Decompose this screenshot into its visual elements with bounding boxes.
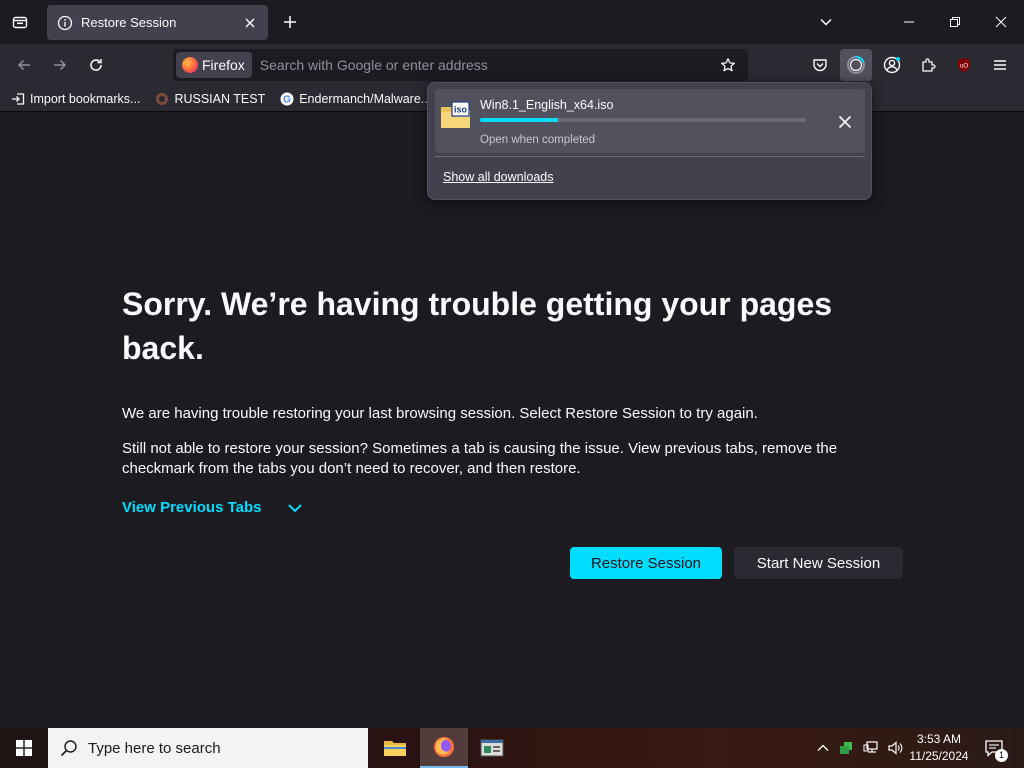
file-explorer-taskbar-button[interactable] (371, 728, 419, 768)
download-filename: Win8.1_English_x64.iso (480, 98, 614, 112)
bookmark-label: Import bookmarks... (30, 91, 141, 106)
google-icon: G (279, 91, 295, 107)
identity-box[interactable]: Firefox (176, 52, 252, 78)
minimize-icon (904, 21, 914, 23)
extensions-button[interactable] (912, 49, 944, 81)
chevron-down-icon (820, 18, 832, 26)
forward-arrow-icon (54, 59, 67, 71)
folder-icon (384, 741, 406, 756)
close-window-button[interactable] (987, 8, 1015, 36)
import-icon (10, 91, 26, 107)
taskbar-search[interactable]: Type here to search (48, 728, 368, 768)
star-icon (721, 58, 735, 72)
firefox-taskbar-button[interactable] (420, 728, 468, 768)
firefox-icon (434, 737, 454, 757)
puzzle-icon (922, 58, 936, 72)
cancel-download-button[interactable] (835, 112, 855, 132)
firefox-view-button[interactable] (4, 6, 36, 38)
start-button[interactable] (0, 728, 48, 768)
network-button[interactable] (860, 728, 882, 768)
forward-button[interactable] (45, 50, 75, 80)
windows-logo-icon (16, 740, 32, 756)
description-text: We are having trouble restoring your las… (122, 405, 758, 422)
notification-count-badge: 1 (995, 749, 1008, 762)
page-title: Sorry. We’re having trouble getting your… (122, 286, 833, 366)
close-icon (838, 115, 852, 129)
downloads-progress-icon (847, 56, 865, 74)
clock-time: 3:53 AM (916, 732, 962, 746)
firefox-view-icon (12, 16, 28, 29)
show-hidden-icons-button[interactable] (814, 728, 832, 768)
download-status: Open when completed (480, 134, 596, 146)
view-previous-tabs-toggle[interactable]: View Previous Tabs (122, 499, 304, 516)
restore-session-button[interactable]: Restore Session (570, 547, 722, 579)
taskbar-clock[interactable]: 3:53 AM 11/25/2024 (906, 731, 972, 765)
close-icon (995, 16, 1007, 28)
restore-window-button[interactable] (941, 8, 969, 36)
downloads-button[interactable] (840, 49, 872, 81)
search-icon (60, 740, 77, 757)
plus-icon (284, 16, 296, 28)
account-icon (883, 56, 901, 74)
hamburger-menu-icon (994, 60, 1006, 70)
back-arrow-icon (17, 59, 30, 71)
reload-icon (90, 59, 102, 71)
new-tab-button[interactable] (278, 10, 302, 34)
tab-title: Restore Session (81, 15, 177, 30)
menu-button[interactable] (984, 49, 1016, 81)
svg-text:G: G (283, 94, 291, 105)
bookmark-label: RUSSIAN TEST (174, 91, 266, 106)
minimize-button[interactable] (895, 8, 923, 36)
bookmark-star-button[interactable] (714, 51, 742, 79)
taskbar-search-placeholder: Type here to search (88, 739, 221, 757)
action-center-button[interactable]: 1 (980, 734, 1008, 762)
pocket-button[interactable] (804, 49, 836, 81)
download-progress-fill (480, 118, 559, 122)
start-new-session-button[interactable]: Start New Session (734, 547, 903, 579)
close-tab-icon[interactable] (242, 15, 258, 31)
list-all-tabs-button[interactable] (812, 8, 840, 36)
panel-separator (435, 156, 865, 157)
download-progress-bar (480, 118, 806, 122)
volume-button[interactable] (884, 728, 906, 768)
url-bar[interactable]: Firefox (173, 49, 748, 81)
app-taskbar-button[interactable] (468, 728, 516, 768)
site-icon (154, 91, 170, 107)
tab-restore-session[interactable]: Restore Session (47, 5, 268, 40)
show-all-downloads-link[interactable]: Show all downloads (443, 170, 554, 184)
clock-date: 11/25/2024 (909, 749, 969, 763)
svg-text:iso: iso (454, 105, 468, 115)
speaker-icon (888, 741, 903, 755)
back-button[interactable] (9, 50, 39, 80)
pocket-icon (813, 59, 827, 72)
view-previous-tabs-label: View Previous Tabs (122, 499, 262, 516)
help-text: Still not able to restore your session? … (122, 440, 838, 477)
downloads-panel: iso Win8.1_English_x64.iso Open when com… (427, 82, 872, 200)
iso-file-icon: iso (441, 101, 470, 128)
tray-app-button[interactable] (836, 728, 856, 768)
info-icon (57, 15, 73, 30)
bookmark-endermanch[interactable]: G Endermanch/Malware... (279, 91, 431, 107)
ublock-origin-icon: uO (958, 58, 970, 72)
chevron-down-icon (287, 503, 302, 512)
window-app-icon (480, 739, 504, 757)
chevron-up-icon (817, 744, 829, 751)
tab-strip: Restore Session (0, 0, 1024, 44)
address-input[interactable] (251, 57, 714, 73)
reload-button[interactable] (81, 50, 111, 80)
firefox-logo-icon (182, 57, 198, 73)
bookmark-label: Endermanch/Malware... (299, 91, 432, 106)
svg-text:uO: uO (960, 64, 968, 70)
taskbar: Type here to search 3:53 AM 11/25/2024 1 (0, 728, 1024, 768)
restore-window-icon (950, 17, 960, 27)
bookmark-import[interactable]: Import bookmarks... (10, 91, 140, 107)
bookmark-russian-test[interactable]: RUSSIAN TEST (154, 91, 265, 107)
account-button[interactable] (876, 49, 908, 81)
download-item[interactable]: iso Win8.1_English_x64.iso Open when com… (435, 89, 865, 153)
tray-app-icon (840, 742, 852, 754)
network-icon (863, 741, 878, 753)
identity-label: Firefox (202, 57, 245, 73)
ublock-button[interactable]: uO (948, 49, 980, 81)
